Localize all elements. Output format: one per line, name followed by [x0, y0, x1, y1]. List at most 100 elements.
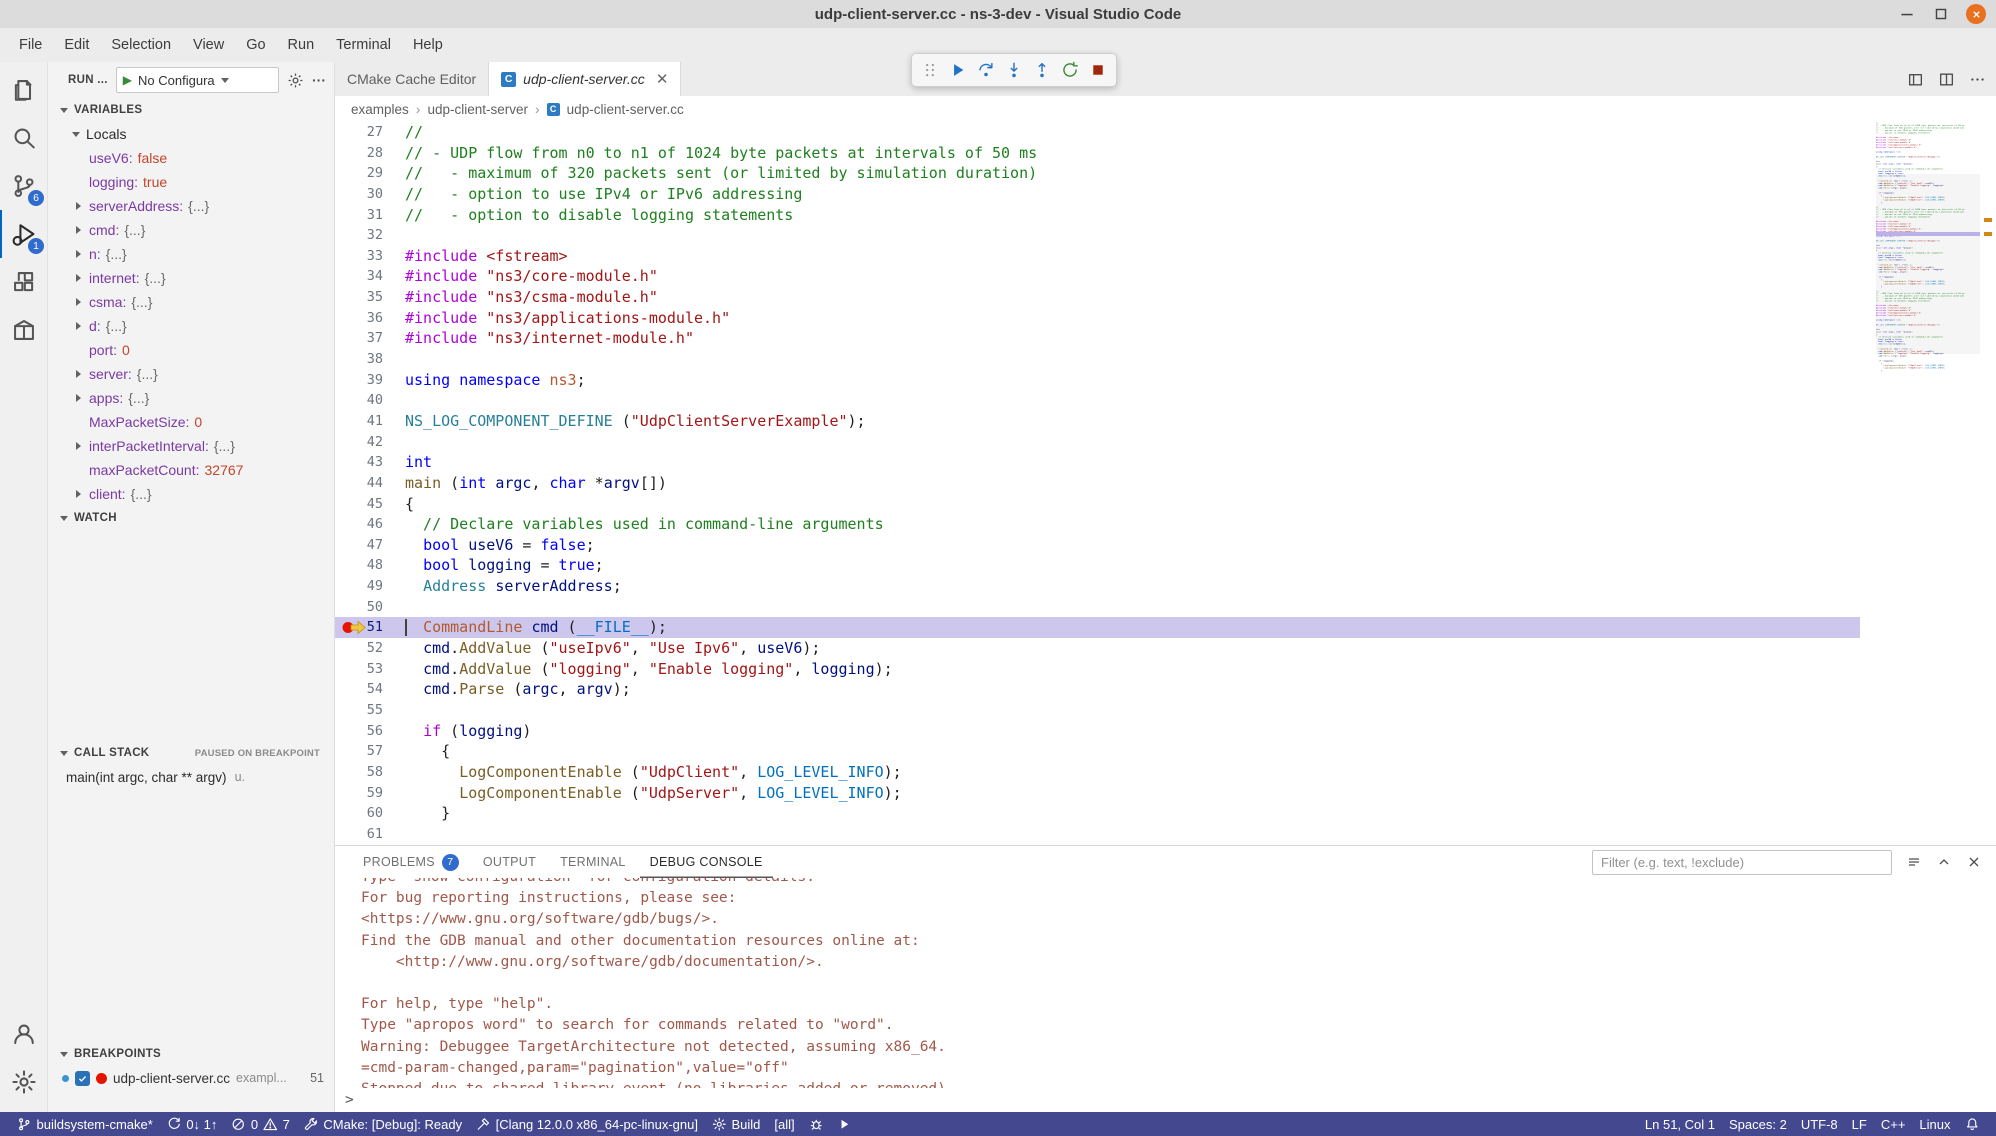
debug-console-output[interactable]: Type "show configuration" for configurat… — [335, 878, 1996, 1088]
line-number[interactable]: 38 — [335, 349, 405, 370]
step-out-icon[interactable] — [1030, 58, 1054, 82]
code-line-28[interactable]: 28// - UDP flow from n0 to n1 of 1024 by… — [335, 143, 1860, 164]
variable-d[interactable]: d:{...} — [48, 314, 334, 338]
tab-debug-console[interactable]: DEBUG CONSOLE — [640, 846, 773, 878]
code-line-55[interactable]: 55 — [335, 700, 1860, 721]
gear-icon[interactable] — [287, 72, 304, 89]
breadcrumb-folder[interactable]: examples — [351, 102, 409, 117]
status-os[interactable]: Linux — [1912, 1112, 1957, 1136]
status-encoding[interactable]: UTF-8 — [1794, 1112, 1845, 1136]
code-line-39[interactable]: 39using namespace ns3; — [335, 370, 1860, 391]
code-line-30[interactable]: 30// - option to use IPv4 or IPv6 addres… — [335, 184, 1860, 205]
status-cmake-launch[interactable] — [830, 1112, 859, 1136]
console-filter-input[interactable] — [1592, 850, 1892, 875]
activity-settings[interactable] — [0, 1058, 48, 1106]
code-line-52[interactable]: 52 cmd.AddValue ("useIpv6", "Use Ipv6", … — [335, 638, 1860, 659]
line-number[interactable]: 40 — [335, 390, 405, 411]
line-number[interactable]: 59 — [335, 783, 405, 804]
line-number[interactable]: 33 — [335, 246, 405, 267]
menu-help[interactable]: Help — [402, 32, 454, 58]
line-number[interactable]: 44 — [335, 473, 405, 494]
breadcrumb-folder[interactable]: udp-client-server — [427, 102, 528, 117]
line-number[interactable]: 50 — [335, 597, 405, 618]
start-debug-icon[interactable]: ▶ — [123, 73, 132, 87]
variables-scope-locals[interactable]: Locals — [48, 122, 334, 146]
line-number[interactable]: 34 — [335, 266, 405, 287]
code-line-56[interactable]: 56 if (logging) — [335, 721, 1860, 742]
breakpoint-entry[interactable]: udp-client-server.cc exampl... 51 — [48, 1066, 334, 1090]
activity-explorer[interactable] — [0, 66, 48, 114]
code-line-36[interactable]: 36#include "ns3/applications-module.h" — [335, 308, 1860, 329]
activity-source-control[interactable]: 6 — [0, 162, 48, 210]
code-line-49[interactable]: 49 Address serverAddress; — [335, 576, 1860, 597]
code-line-42[interactable]: 42 — [335, 432, 1860, 453]
code-line-38[interactable]: 38 — [335, 349, 1860, 370]
menu-view[interactable]: View — [182, 32, 235, 58]
variable-internet[interactable]: internet:{...} — [48, 266, 334, 290]
maximize-panel-icon[interactable] — [1936, 854, 1952, 870]
menu-file[interactable]: File — [8, 32, 53, 58]
close-window-icon[interactable] — [1966, 4, 1986, 24]
call-stack-section-header[interactable]: CALL STACK PAUSED ON BREAKPOINT — [48, 741, 334, 765]
code-line-47[interactable]: 47 bool useV6 = false; — [335, 535, 1860, 556]
tab-cmake-cache-editor[interactable]: CMake Cache Editor — [335, 62, 489, 96]
code-line-32[interactable]: 32 — [335, 225, 1860, 246]
restore-icon[interactable] — [1932, 5, 1950, 23]
code-line-53[interactable]: 53 cmd.AddValue ("logging", "Enable logg… — [335, 659, 1860, 680]
line-number[interactable]: 47 — [335, 535, 405, 556]
variable-logging[interactable]: logging:true — [48, 170, 334, 194]
menu-go[interactable]: Go — [235, 32, 276, 58]
code-line-51[interactable]: 51 CommandLine cmd (__FILE__); — [335, 617, 1860, 638]
variable-interPacketInterval[interactable]: interPacketInterval:{...} — [48, 434, 334, 458]
code-line-40[interactable]: 40 — [335, 390, 1860, 411]
debug-configuration-dropdown[interactable]: ▶ No Configura — [116, 67, 279, 93]
console-prompt[interactable]: > — [345, 1092, 354, 1108]
code-line-60[interactable]: 60 } — [335, 803, 1860, 824]
line-number[interactable]: 60 — [335, 803, 405, 824]
code-line-34[interactable]: 34#include "ns3/core-module.h" — [335, 266, 1860, 287]
variable-maxPacketCount[interactable]: maxPacketCount:32767 — [48, 458, 334, 482]
code-line-46[interactable]: 46 // Declare variables used in command-… — [335, 514, 1860, 535]
line-number[interactable]: 27 — [335, 122, 405, 143]
step-into-icon[interactable] — [1002, 58, 1026, 82]
code-line-33[interactable]: 33#include <fstream> — [335, 246, 1860, 267]
collapse-all-icon[interactable] — [1906, 854, 1922, 870]
status-sync[interactable]: 0↓ 1↑ — [160, 1112, 225, 1136]
variable-client[interactable]: client:{...} — [48, 482, 334, 506]
code-line-57[interactable]: 57 { — [335, 741, 1860, 762]
variables-section-header[interactable]: VARIABLES — [48, 98, 334, 122]
line-number[interactable]: 46 — [335, 514, 405, 535]
code-line-48[interactable]: 48 bool logging = true; — [335, 555, 1860, 576]
activity-extensions[interactable] — [0, 258, 48, 306]
activity-cmake[interactable] — [0, 306, 48, 354]
code-line-41[interactable]: 41NS_LOG_COMPONENT_DEFINE ("UdpClientSer… — [335, 411, 1860, 432]
line-number[interactable]: 30 — [335, 184, 405, 205]
restart-icon[interactable] — [1058, 58, 1082, 82]
code-line-27[interactable]: 27// — [335, 122, 1860, 143]
status-language-mode[interactable]: C++ — [1874, 1112, 1913, 1136]
status-notifications[interactable] — [1958, 1112, 1987, 1136]
minimap[interactable]: //// - UDP flow from n0 to n1 of 1024 by… — [1876, 122, 1980, 845]
status-branch[interactable]: buildsystem-cmake* — [10, 1112, 160, 1136]
variable-csma[interactable]: csma:{...} — [48, 290, 334, 314]
line-number[interactable]: 58 — [335, 762, 405, 783]
split-editor-icon[interactable] — [1938, 71, 1955, 88]
call-stack-frame[interactable]: main(int argc, char ** argv) u. — [48, 765, 334, 789]
line-number[interactable]: 29 — [335, 163, 405, 184]
line-number[interactable]: 31 — [335, 205, 405, 226]
status-build[interactable]: Build — [705, 1112, 767, 1136]
activity-run-and-debug[interactable]: 1 — [0, 210, 48, 258]
line-number[interactable]: 52 — [335, 638, 405, 659]
line-number[interactable]: 49 — [335, 576, 405, 597]
code-line-29[interactable]: 29// - maximum of 320 packets sent (or l… — [335, 163, 1860, 184]
variable-useV6[interactable]: useV6:false — [48, 146, 334, 170]
line-number[interactable]: 57 — [335, 741, 405, 762]
stop-icon[interactable] — [1086, 58, 1110, 82]
layout-icon[interactable] — [1907, 71, 1924, 88]
status-cmake-status[interactable]: CMake: [Debug]: Ready — [297, 1112, 469, 1136]
line-number[interactable]: 42 — [335, 432, 405, 453]
more-icon[interactable] — [1969, 71, 1986, 88]
line-number[interactable]: 61 — [335, 824, 405, 845]
line-number[interactable]: 35 — [335, 287, 405, 308]
variable-n[interactable]: n:{...} — [48, 242, 334, 266]
